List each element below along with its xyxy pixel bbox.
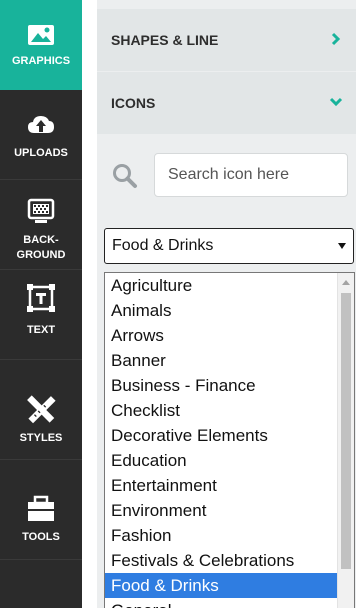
chevron-down-icon [328, 94, 344, 110]
icon-search-bar [97, 144, 356, 206]
cloud-upload-icon [26, 110, 56, 140]
section-icons-header[interactable]: ICONS [97, 72, 356, 134]
toolbar-graphics[interactable]: GRAPHICS [0, 0, 82, 90]
toolbar-styles[interactable]: STYLES [0, 360, 82, 460]
category-option[interactable]: Animals [105, 298, 337, 323]
toolbar-background-label: BACK- GROUND [0, 233, 82, 263]
left-toolbar: GRAPHICS UPLOADS BACK- GROUND TEXT STYLE… [0, 0, 82, 608]
toolbar-graphics-label: GRAPHICS [11, 55, 71, 67]
toolbar-uploads-label: UPLOADS [14, 147, 68, 159]
dropdown-scrollbar[interactable] [337, 273, 354, 608]
toolbar-background-label-line1: BACK- [23, 234, 59, 246]
panel-gutter [82, 0, 97, 608]
category-option[interactable]: Checklist [105, 398, 337, 423]
category-dropdown-list: Agriculture Animals Arrows Banner Busine… [104, 272, 355, 608]
category-option[interactable]: General [105, 598, 337, 608]
category-option[interactable]: Decorative Elements [105, 423, 337, 448]
category-option[interactable]: Business - Finance [105, 373, 337, 398]
category-option-selected[interactable]: Food & Drinks [105, 573, 337, 598]
search-input[interactable] [154, 153, 348, 197]
section-shapes-and-line-header[interactable]: SHAPES & LINE [97, 9, 356, 71]
category-select-value: Food & Drinks [112, 237, 214, 254]
category-option[interactable]: Fashion [105, 523, 337, 548]
section-shapes-title: SHAPES & LINE [111, 32, 219, 48]
toolbox-icon [26, 494, 56, 524]
section-icons-title: ICONS [111, 95, 156, 111]
scrollbar-thumb[interactable] [341, 293, 351, 569]
monitor-icon [26, 197, 56, 227]
category-option[interactable]: Education [105, 448, 337, 473]
category-option[interactable]: Arrows [105, 323, 337, 348]
toolbar-uploads[interactable]: UPLOADS [0, 90, 82, 180]
toolbar-tools-label: TOOLS [22, 531, 60, 543]
toolbar-text-label: TEXT [26, 324, 56, 336]
category-option[interactable]: Agriculture [105, 273, 337, 298]
chevron-right-icon [328, 31, 344, 47]
toolbar-background-label-line2: GROUND [16, 249, 66, 261]
image-icon [26, 20, 56, 50]
category-option[interactable]: Environment [105, 498, 337, 523]
toolbar-background[interactable]: BACK- GROUND [0, 180, 82, 270]
toolbar-text[interactable]: TEXT [0, 270, 82, 360]
category-option[interactable]: Banner [105, 348, 337, 373]
graphics-panel: SHAPES & LINE ICONS Food & Drinks Agricu… [97, 0, 356, 608]
scroll-up-arrow-icon[interactable] [342, 280, 350, 285]
toolbar-tools[interactable]: TOOLS [0, 460, 82, 560]
category-select[interactable]: Food & Drinks [104, 228, 354, 264]
category-option[interactable]: Festivals & Celebrations [105, 548, 337, 573]
ruler-pencil-icon [26, 395, 56, 425]
chevron-down-icon [338, 243, 346, 249]
search-icon[interactable] [112, 163, 138, 189]
category-option[interactable]: Entertainment [105, 473, 337, 498]
toolbar-styles-label: STYLES [19, 432, 63, 444]
text-frame-icon [26, 283, 56, 313]
